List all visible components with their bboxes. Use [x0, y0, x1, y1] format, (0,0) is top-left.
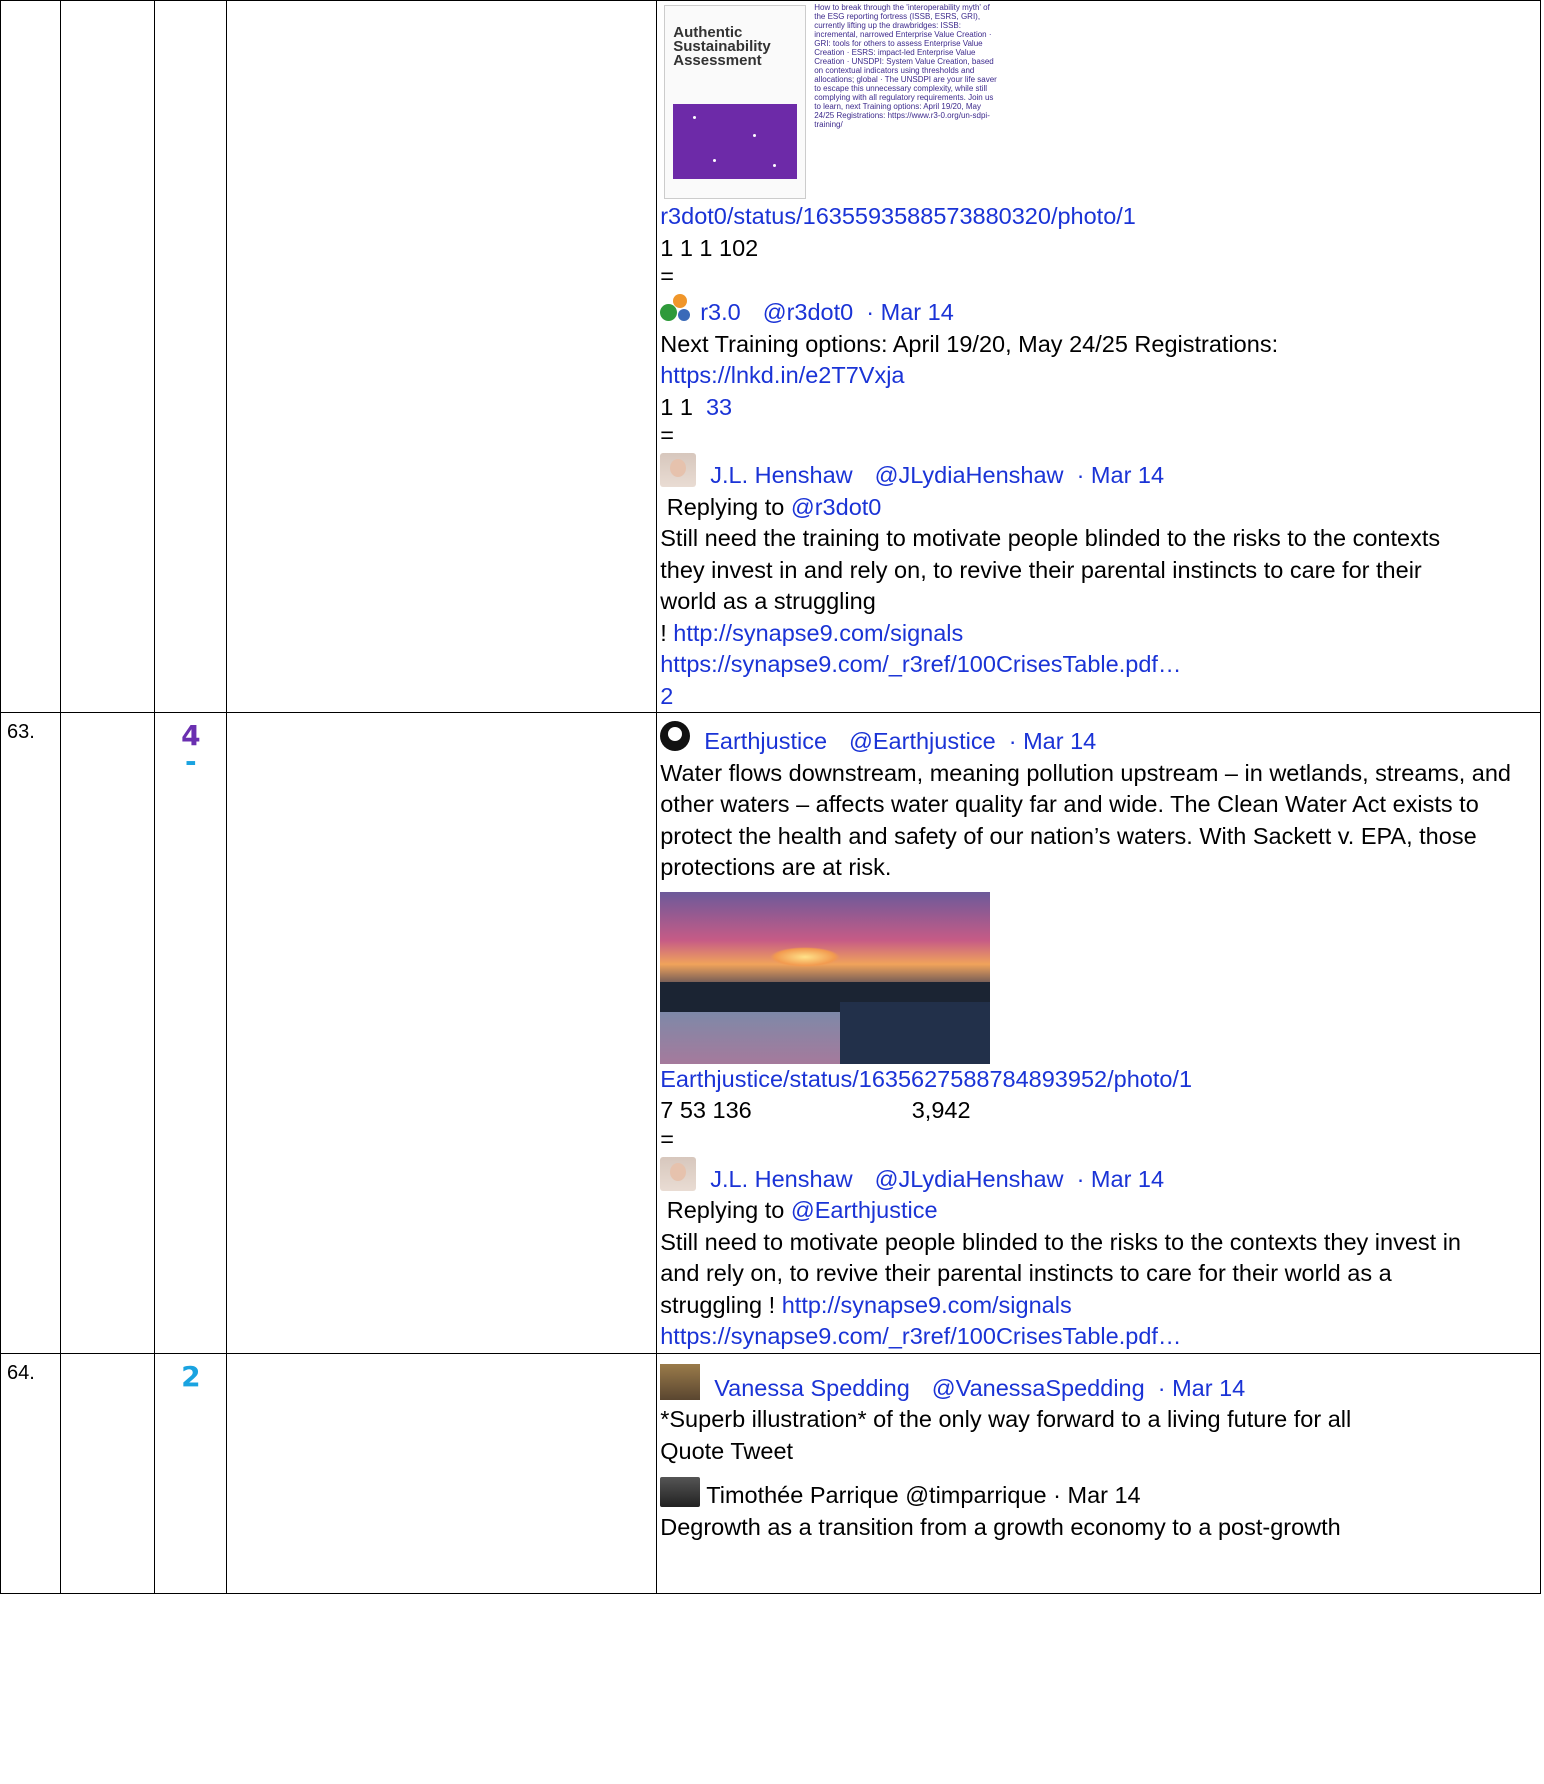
table-row: Authentic Sustainability Assessment How … — [0, 0, 1541, 713]
separator: = — [660, 263, 674, 289]
empty-cell — [60, 712, 156, 1354]
digit-cell: 2 — [154, 1352, 228, 1594]
external-link[interactable]: http://synapse9.com/signals — [782, 1292, 1072, 1318]
empty-cell — [226, 1352, 658, 1594]
external-link[interactable]: https://synapse9.com/_r3ref/100CrisesTab… — [660, 1323, 1181, 1349]
table-row: 64. 2 Vanessa Spedding @VanessaSpedding ·… — [0, 1352, 1541, 1594]
empty-cell — [60, 1352, 156, 1594]
separator: = — [660, 1125, 674, 1152]
empty-cell — [226, 712, 658, 1354]
tweet-text: *Superb illustration* of the only way fo… — [660, 1406, 1352, 1432]
author-name[interactable]: r3.0 — [700, 299, 741, 325]
tweet-cell: Vanessa Spedding @VanessaSpedding · Mar 1… — [656, 1352, 1541, 1594]
wetland-sunset-photo[interactable] — [660, 891, 991, 1064]
table-row: 63. 4 - Earthjustice @Earthjustice · Mar … — [0, 712, 1541, 1354]
row-number-cell: 63. — [0, 712, 62, 1354]
tweet-date[interactable]: · Mar 14 — [1158, 1375, 1246, 1401]
tweet-date[interactable]: · Mar 14 — [866, 299, 954, 325]
quoted-tweet-text: Degrowth as a transition from a growth e… — [660, 1513, 1341, 1540]
earthjustice-avatar-icon[interactable] — [660, 721, 691, 751]
row-number-cell: 64. — [0, 1352, 62, 1594]
author-handle[interactable]: @JLydiaHenshaw — [875, 1166, 1064, 1192]
author-handle[interactable]: @VanessaSpedding — [932, 1375, 1145, 1401]
tweet-stats: 1 1 — [660, 393, 693, 420]
stats-link[interactable]: 33 — [706, 394, 732, 420]
quote-tweet-label: Quote Tweet — [660, 1437, 794, 1464]
tweet-cell: Earthjustice @Earthjustice · Mar 14 Water… — [656, 712, 1541, 1354]
document-table: Authentic Sustainability Assessment How … — [0, 0, 1541, 1594]
replying-label: Replying to — [666, 493, 785, 520]
author-handle[interactable]: @Earthjustice — [849, 728, 996, 754]
external-link[interactable]: https://synapse9.com/_r3ref/100CrisesTab… — [660, 651, 1181, 677]
digit-cell: 4 - — [154, 712, 228, 1354]
digit-cell — [154, 0, 228, 713]
separator: = — [660, 422, 674, 448]
empty-cell — [226, 0, 658, 713]
author-handle[interactable]: @JLydiaHenshaw — [875, 462, 1064, 488]
stats-link[interactable]: 2 — [660, 683, 673, 709]
book-side-text: How to break through the 'interoperabili… — [814, 3, 997, 129]
quoted-tweet-header: Timothée Parrique @timparrique · Mar 14 — [706, 1482, 1141, 1508]
row-number-cell — [0, 0, 62, 713]
tweet-stats: 7 53 136 — [660, 1097, 752, 1123]
rating-dash: - — [185, 745, 197, 778]
reply-mention-link[interactable]: @r3dot0 — [791, 494, 882, 520]
author-name[interactable]: Vanessa Spedding — [714, 1375, 910, 1401]
external-link[interactable]: https://lnkd.in/e2T7Vxja — [660, 362, 904, 388]
exclamation: ! — [660, 619, 667, 646]
tweet-date[interactable]: · Mar 14 — [1077, 462, 1165, 488]
view-count: 3,942 — [911, 1097, 971, 1123]
tweet-text: Next Training options: April 19/20, May … — [660, 330, 1279, 357]
book-cover-art — [673, 104, 798, 179]
photo-link[interactable]: r3dot0/status/1635593588573880320/photo/… — [660, 203, 1136, 229]
author-handle[interactable]: @r3dot0 — [763, 299, 854, 325]
author-name[interactable]: J.L. Henshaw — [710, 462, 852, 488]
avatar[interactable] — [660, 1363, 701, 1400]
author-name[interactable]: J.L. Henshaw — [710, 1166, 852, 1192]
avatar[interactable] — [660, 1156, 697, 1191]
tweet-stats: 1 1 1 102 — [660, 234, 759, 261]
book-cover-image[interactable]: Authentic Sustainability Assessment How … — [660, 1, 1000, 201]
book-title: Authentic Sustainability Assessment — [673, 24, 771, 69]
tweet-date[interactable]: · Mar 14 — [1077, 1166, 1165, 1192]
external-link[interactable]: http://synapse9.com/signals — [673, 620, 963, 646]
empty-cell — [60, 0, 156, 713]
tweet-text: Still need the training to motivate peop… — [660, 525, 1441, 614]
tweet-date[interactable]: · Mar 14 — [1009, 728, 1097, 754]
tweet-cell: Authentic Sustainability Assessment How … — [656, 0, 1541, 713]
r3-avatar-icon[interactable] — [660, 294, 691, 324]
author-name[interactable]: Earthjustice — [704, 728, 827, 754]
replying-label: Replying to — [666, 1197, 785, 1223]
avatar[interactable] — [660, 453, 697, 487]
rating-digit: 2 — [181, 1359, 201, 1393]
reply-mention-link[interactable]: @Earthjustice — [791, 1197, 938, 1223]
photo-link[interactable]: Earthjustice/status/1635627588784893952/… — [660, 1066, 1192, 1092]
avatar[interactable] — [660, 1477, 701, 1507]
tweet-text: Water flows downstream, meaning pollutio… — [660, 759, 1511, 881]
book-cover: Authentic Sustainability Assessment — [664, 5, 807, 199]
